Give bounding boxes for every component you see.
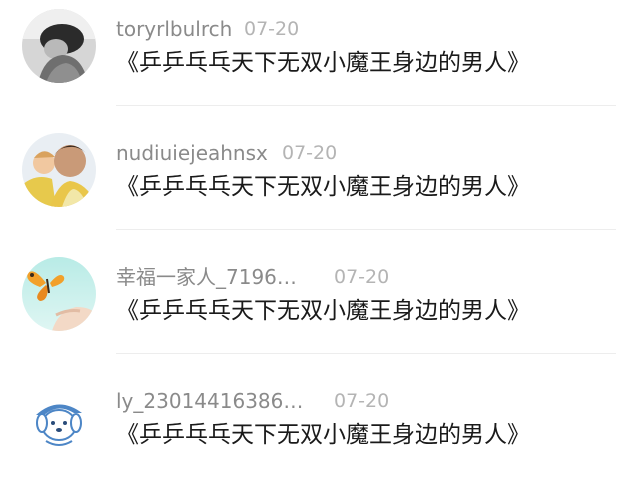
comment-list: toryrlbulrch 07-20 《乒乒乓乓天下无双小魔王身边的男人》 nu… — [0, 0, 640, 490]
comment-item[interactable]: ly_23014416386… 07-20 《乒乒乓乓天下无双小魔王身边的男人》 — [0, 372, 640, 496]
divider — [116, 353, 616, 354]
divider — [116, 229, 616, 230]
comment-text: 《乒乒乓乓天下无双小魔王身边的男人》 — [116, 298, 530, 324]
avatar[interactable] — [22, 9, 96, 83]
comment-date: 07-20 — [334, 390, 390, 412]
comment-meta: 幸福一家人_7196… 07-20 — [116, 262, 389, 292]
divider — [116, 105, 616, 106]
comment-meta: toryrlbulrch 07-20 — [116, 14, 299, 44]
username[interactable]: ly_23014416386… — [116, 386, 303, 416]
comment-text: 《乒乒乓乓天下无双小魔王身边的男人》 — [116, 174, 530, 200]
avatar-butterfly-hand-icon — [22, 257, 96, 331]
comment-text: 《乒乒乓乓天下无双小魔王身边的男人》 — [116, 50, 530, 76]
comment-meta: ly_23014416386… 07-20 — [116, 386, 389, 416]
avatar-man-child-icon — [22, 133, 96, 207]
comment-date: 07-20 — [334, 266, 390, 288]
avatar-woman-bw-icon — [22, 9, 96, 83]
avatar[interactable] — [22, 133, 96, 207]
avatar[interactable] — [22, 257, 96, 331]
comment-item[interactable]: 幸福一家人_7196… 07-20 《乒乒乓乓天下无双小魔王身边的男人》 — [0, 248, 640, 372]
username[interactable]: nudiuiejeahnsx — [116, 138, 268, 168]
avatar[interactable] — [22, 381, 96, 455]
comment-item[interactable]: toryrlbulrch 07-20 《乒乒乓乓天下无双小魔王身边的男人》 — [0, 0, 640, 124]
comment-date: 07-20 — [244, 18, 300, 40]
comment-date: 07-20 — [282, 142, 338, 164]
comment-item[interactable]: nudiuiejeahnsx 07-20 《乒乒乓乓天下无双小魔王身边的男人》 — [0, 124, 640, 248]
username[interactable]: 幸福一家人_7196… — [116, 262, 297, 292]
avatar-cartoon-dog-icon — [22, 381, 96, 455]
username[interactable]: toryrlbulrch — [116, 14, 232, 44]
comment-text: 《乒乒乓乓天下无双小魔王身边的男人》 — [116, 422, 530, 448]
comment-meta: nudiuiejeahnsx 07-20 — [116, 138, 337, 168]
